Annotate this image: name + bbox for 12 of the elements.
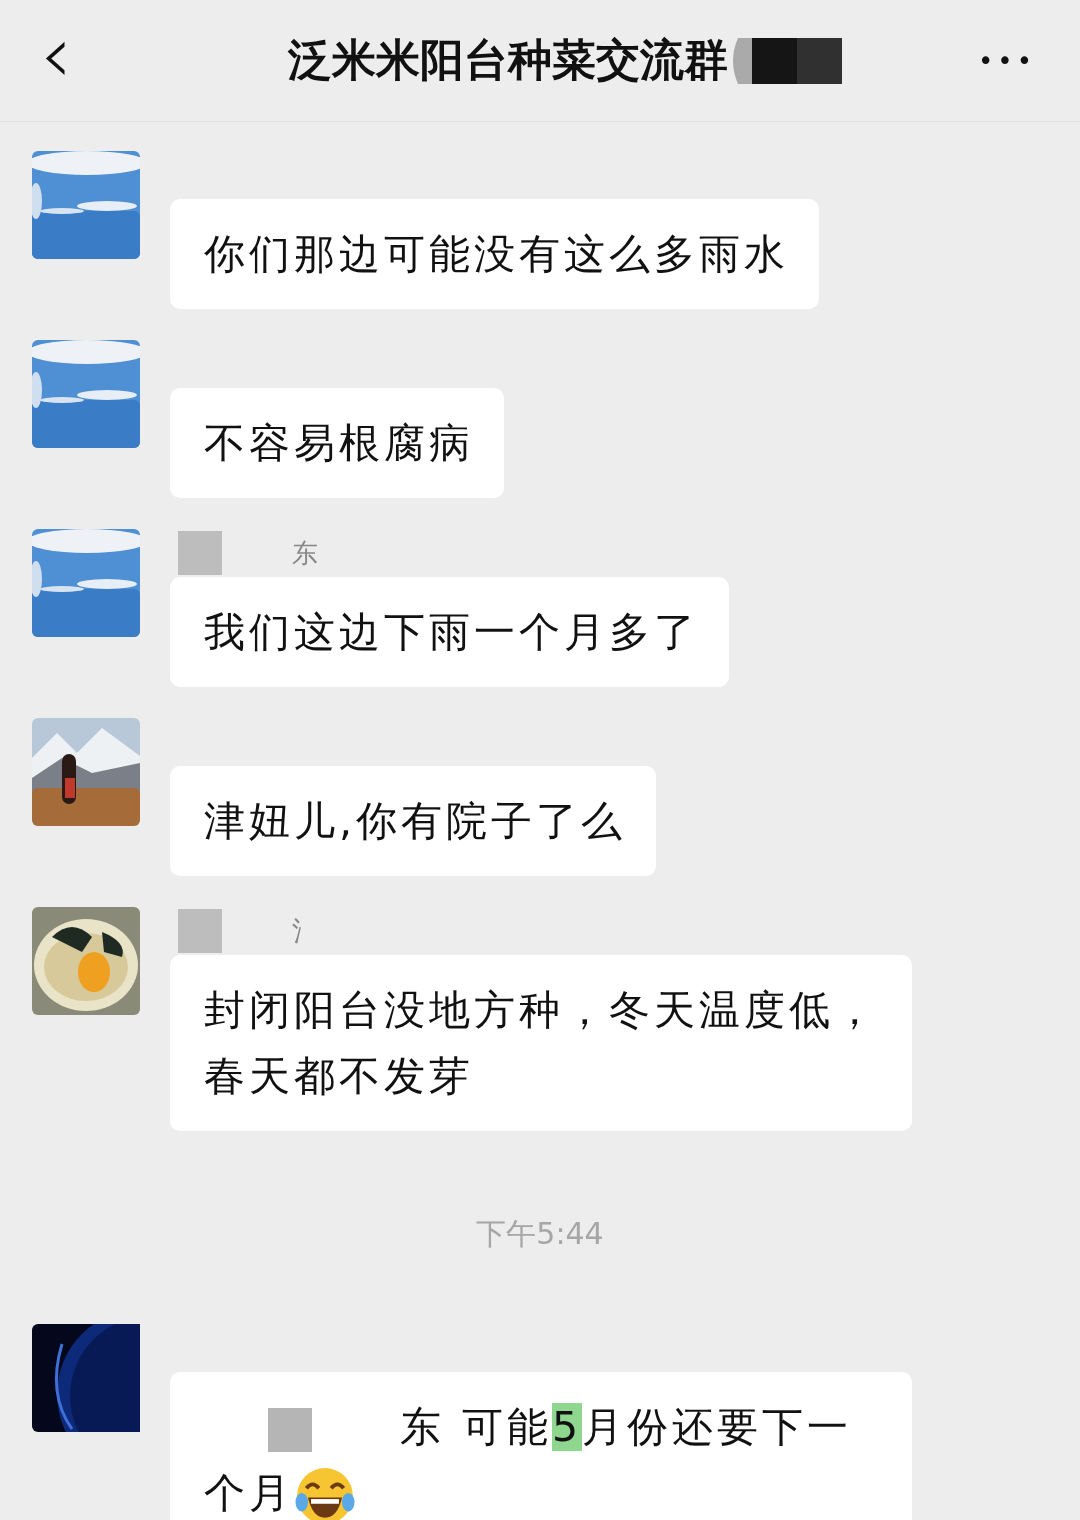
message-text: 你们那边可能没有这么多雨水 [204, 229, 789, 280]
chat-title: 泛米米阳台种菜交流群 [288, 33, 728, 87]
sender-name: 东 [292, 536, 318, 570]
more-button[interactable]: ••• [977, 45, 1036, 76]
message-text: 我们这边下雨一个月多了 [204, 607, 699, 658]
sender-name: 氵 [292, 914, 318, 948]
back-button[interactable]: ‹ [40, 14, 72, 95]
message-text: 东 可能5 月份还要下一个月 [204, 1394, 882, 1520]
message-text: 不容易根腐病 [204, 418, 474, 469]
timestamp: 下午5:44 [476, 1215, 604, 1253]
message-text: 津妞儿,你有院子了么 [204, 796, 627, 847]
message-text: 封闭阳台没地方种，冬天温度低，春天都不发芽 [204, 985, 880, 1102]
